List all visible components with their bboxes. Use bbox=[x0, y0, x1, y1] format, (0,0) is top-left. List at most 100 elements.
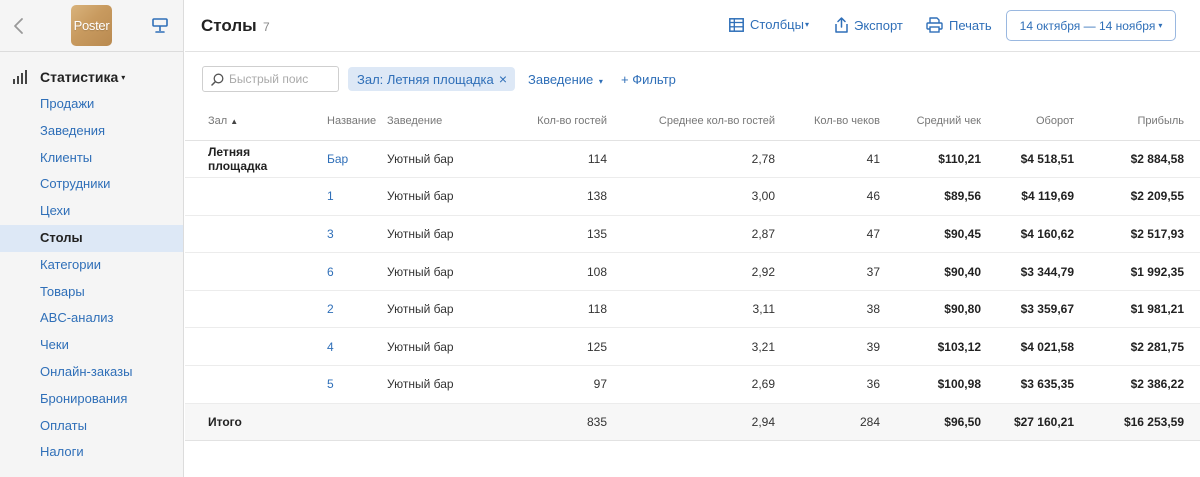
row-avg-guests: 3,11 bbox=[607, 290, 775, 329]
column-header-guests[interactable]: Кол-во гостей bbox=[495, 103, 607, 141]
table-row: 3 Уютный бар 135 2,87 47 $90,45 $4 160,62 $2 51… bbox=[185, 215, 1200, 254]
page-count: 7 bbox=[263, 20, 270, 34]
row-guests: 114 bbox=[495, 140, 607, 179]
row-table-name[interactable]: 6 bbox=[304, 252, 385, 291]
column-header-turnover[interactable]: Оборот bbox=[981, 103, 1074, 141]
table-row: Летняя площадка Бар Уютный бар 114 2,78 41 $11… bbox=[185, 140, 1200, 179]
row-profit: $1 992,35 bbox=[1074, 252, 1200, 291]
total-venue-cell bbox=[385, 403, 495, 442]
columns-button[interactable]: Столбцы ▾ bbox=[729, 17, 809, 32]
column-header-venue[interactable]: Заведение bbox=[385, 103, 495, 141]
row-table-name[interactable]: 2 bbox=[304, 290, 385, 329]
filter-chip-label: Зал: Летняя площадка bbox=[357, 71, 494, 87]
sidebar-item-workshops[interactable]: Цехи bbox=[0, 198, 183, 225]
row-venue: Уютный бар bbox=[385, 252, 495, 291]
bar-chart-icon bbox=[13, 70, 27, 84]
sidebar-section-statistics[interactable]: Статистика ▾ bbox=[12, 68, 125, 86]
table-total-row: Итого 835 2,94 284 $96,50 $27 160,21 $16… bbox=[185, 403, 1200, 442]
chevron-left-icon[interactable] bbox=[10, 16, 28, 36]
sidebar-item-abc-analysis[interactable]: ABC-анализ bbox=[0, 305, 183, 332]
add-filter-button[interactable]: + Фильтр bbox=[621, 72, 676, 87]
row-table-name[interactable]: Бар bbox=[304, 140, 385, 179]
row-checks: 47 bbox=[775, 215, 880, 254]
row-table-name[interactable]: 1 bbox=[304, 177, 385, 216]
row-venue: Уютный бар bbox=[385, 215, 495, 254]
venue-dropdown[interactable]: Заведение ▾ bbox=[528, 72, 603, 87]
tables-report-table: Зал ▲ Название Заведение Кол-во гостей Ср… bbox=[185, 103, 1200, 442]
sidebar-item-tables[interactable]: Столы bbox=[0, 224, 183, 252]
sidebar-item-categories[interactable]: Категории bbox=[0, 252, 183, 279]
page-title: Столы bbox=[201, 16, 257, 35]
row-avg-check: $90,80 bbox=[880, 290, 981, 329]
column-header-hall-label: Зал bbox=[208, 115, 228, 128]
column-header-name[interactable]: Название bbox=[304, 103, 385, 141]
date-range-label: 14 октября — 14 ноября bbox=[1019, 18, 1156, 33]
row-checks: 38 bbox=[775, 290, 880, 329]
chevron-down-icon: ▾ bbox=[598, 77, 603, 86]
column-header-avg-check[interactable]: Средний чек bbox=[880, 103, 981, 141]
add-filter-label: + Фильтр bbox=[621, 72, 676, 87]
row-avg-check: $110,21 bbox=[880, 140, 981, 179]
sidebar-item-taxes[interactable]: Налоги bbox=[0, 439, 183, 466]
export-button[interactable]: Экспорт bbox=[835, 17, 903, 33]
row-avg-check: $90,45 bbox=[880, 215, 981, 254]
row-venue: Уютный бар bbox=[385, 140, 495, 179]
table-row: 5 Уютный бар 97 2,69 36 $100,98 $3 635,35 $2 38… bbox=[185, 365, 1200, 404]
close-icon[interactable]: × bbox=[499, 71, 507, 87]
row-turnover: $3 359,67 bbox=[981, 290, 1074, 329]
row-venue: Уютный бар bbox=[385, 177, 495, 216]
row-checks: 39 bbox=[775, 327, 880, 367]
total-avg-guests: 2,94 bbox=[607, 403, 775, 442]
row-venue: Уютный бар bbox=[385, 290, 495, 329]
row-profit: $2 209,55 bbox=[1074, 177, 1200, 216]
row-hall bbox=[185, 215, 304, 254]
sidebar-item-products[interactable]: Товары bbox=[0, 279, 183, 306]
row-hall bbox=[185, 252, 304, 291]
row-table-name[interactable]: 3 bbox=[304, 215, 385, 254]
column-header-avg-guests[interactable]: Среднее кол-во гостей bbox=[607, 103, 775, 141]
row-profit: $2 386,22 bbox=[1074, 365, 1200, 404]
row-hall bbox=[185, 177, 304, 216]
app-logo[interactable]: Poster bbox=[71, 5, 112, 46]
sidebar-item-online-orders[interactable]: Онлайн-заказы bbox=[0, 359, 183, 386]
search-input[interactable] bbox=[229, 70, 335, 88]
search-box[interactable] bbox=[202, 66, 339, 92]
column-header-hall[interactable]: Зал ▲ bbox=[185, 103, 304, 141]
table-header-row: Зал ▲ Название Заведение Кол-во гостей Ср… bbox=[185, 103, 1200, 141]
row-profit: $2 517,93 bbox=[1074, 215, 1200, 254]
row-table-name[interactable]: 5 bbox=[304, 365, 385, 404]
row-checks: 36 bbox=[775, 365, 880, 404]
sidebar-item-clients[interactable]: Клиенты bbox=[0, 145, 183, 172]
total-label: Итого bbox=[185, 403, 304, 442]
row-table-name[interactable]: 4 bbox=[304, 327, 385, 367]
chevron-down-icon: ▾ bbox=[804, 20, 809, 29]
column-header-checks[interactable]: Кол-во чеков bbox=[775, 103, 880, 141]
row-avg-guests: 2,69 bbox=[607, 365, 775, 404]
filter-chip-hall[interactable]: Зал: Летняя площадка × bbox=[348, 67, 515, 91]
row-avg-guests: 3,21 bbox=[607, 327, 775, 367]
terminal-icon[interactable] bbox=[150, 16, 170, 36]
row-avg-check: $90,40 bbox=[880, 252, 981, 291]
row-avg-check: $103,12 bbox=[880, 327, 981, 367]
column-header-profit[interactable]: Прибыль bbox=[1074, 103, 1200, 141]
printer-icon bbox=[926, 17, 943, 33]
sidebar-item-reservations[interactable]: Бронирования bbox=[0, 386, 183, 413]
sidebar-item-venues[interactable]: Заведения bbox=[0, 118, 183, 145]
print-button[interactable]: Печать bbox=[926, 17, 992, 33]
total-name-cell bbox=[304, 403, 385, 442]
row-turnover: $3 344,79 bbox=[981, 252, 1074, 291]
sidebar-item-sales[interactable]: Продажи bbox=[0, 91, 183, 118]
sidebar-item-receipts[interactable]: Чеки bbox=[0, 332, 183, 359]
total-guests: 835 bbox=[495, 403, 607, 442]
row-hall bbox=[185, 290, 304, 329]
page-header: Столы 7 Столбцы ▾ Экспорт Печать 14 октя… bbox=[185, 0, 1200, 52]
sidebar-item-payments[interactable]: Оплаты bbox=[0, 413, 183, 440]
logo-text: Poster bbox=[73, 18, 110, 33]
venue-dropdown-label: Заведение bbox=[528, 72, 594, 87]
total-avg-check: $96,50 bbox=[880, 403, 981, 442]
row-venue: Уютный бар bbox=[385, 327, 495, 367]
sidebar-item-employees[interactable]: Сотрудники bbox=[0, 171, 183, 198]
date-range-button[interactable]: 14 октября — 14 ноября ▾ bbox=[1006, 10, 1176, 41]
row-hall bbox=[185, 365, 304, 404]
row-avg-check: $89,56 bbox=[880, 177, 981, 216]
